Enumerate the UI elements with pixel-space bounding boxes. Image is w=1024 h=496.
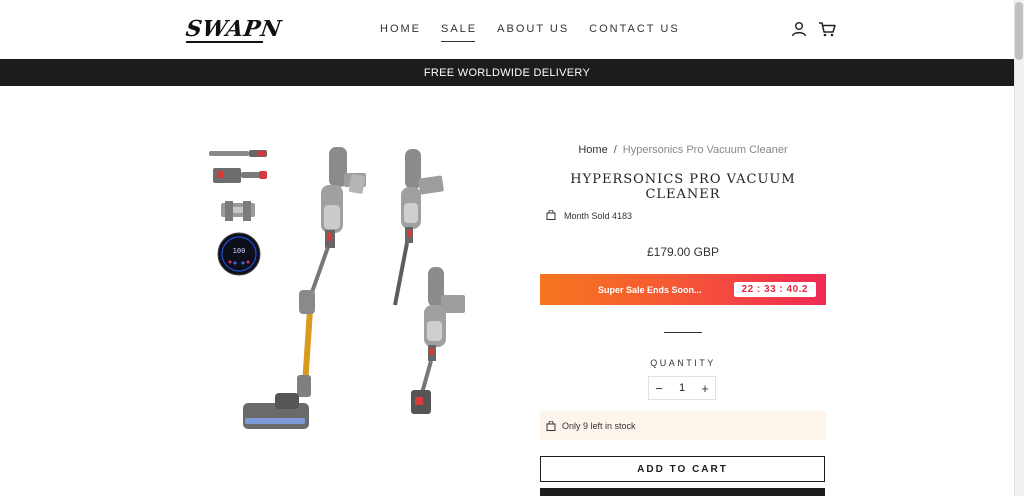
main-nav: HOME SALE ABOUT US CONTACT US <box>380 23 700 42</box>
cart-icon[interactable] <box>818 20 836 38</box>
nav-contact-us[interactable]: CONTACT US <box>589 23 680 35</box>
nav-home[interactable]: HOME <box>380 23 421 35</box>
vacuum-cleaner-illustration <box>243 147 465 429</box>
quantity-label: QUANTITY <box>650 358 716 368</box>
header-icons <box>790 20 836 38</box>
stock-text: Only 9 left in stock <box>562 420 636 431</box>
breadcrumb-home[interactable]: Home <box>578 144 607 156</box>
breadcrumb: Home / Hypersonics Pro Vacuum Cleaner <box>540 144 826 156</box>
month-sold-text: Month Sold 4183 <box>564 211 633 221</box>
page-scrollbar[interactable] <box>1014 0 1024 496</box>
bag-icon <box>546 420 556 431</box>
site-header: SWAPN HOME SALE ABOUT US CONTACT US <box>0 0 1014 59</box>
quantity-decrease-button[interactable]: − <box>649 381 669 396</box>
buy-now-button[interactable] <box>540 488 825 496</box>
divider <box>664 332 702 333</box>
sale-countdown-banner: Super Sale Ends Soon... 22 : 33 : 40.2 <box>540 274 826 305</box>
quantity-increase-button[interactable]: + <box>695 381 715 396</box>
site-logo[interactable]: SWAPN <box>184 16 283 42</box>
quantity-stepper: − 1 + <box>648 376 716 400</box>
add-to-cart-button[interactable]: ADD TO CART <box>540 456 825 482</box>
bag-icon <box>546 209 556 222</box>
countdown-timer: 22 : 33 : 40.2 <box>733 282 816 297</box>
nav-sale[interactable]: SALE <box>441 23 477 42</box>
scrollbar-thumb[interactable] <box>1015 2 1023 60</box>
nav-about-us[interactable]: ABOUT US <box>497 23 569 35</box>
logo-underline <box>185 41 264 43</box>
breadcrumb-current: Hypersonics Pro Vacuum Cleaner <box>622 144 788 156</box>
vacuum-brush-head <box>411 267 465 414</box>
product-title: HYPERSONICS PRO VACUUM CLEANER <box>570 172 796 202</box>
sale-text: Super Sale Ends Soon... <box>598 284 702 295</box>
breadcrumb-separator: / <box>613 144 617 156</box>
main-product-image[interactable] <box>235 135 475 440</box>
user-icon[interactable] <box>790 20 808 38</box>
vacuum-full-stick <box>243 147 366 429</box>
product-price: £179.00 GBP <box>646 245 720 259</box>
stock-notice: Only 9 left in stock <box>540 411 826 440</box>
announcement-bar: FREE WORLDWIDE DELIVERY <box>0 59 1014 86</box>
month-sold: Month Sold 4183 <box>546 209 633 222</box>
quantity-input[interactable]: 1 <box>670 382 694 394</box>
